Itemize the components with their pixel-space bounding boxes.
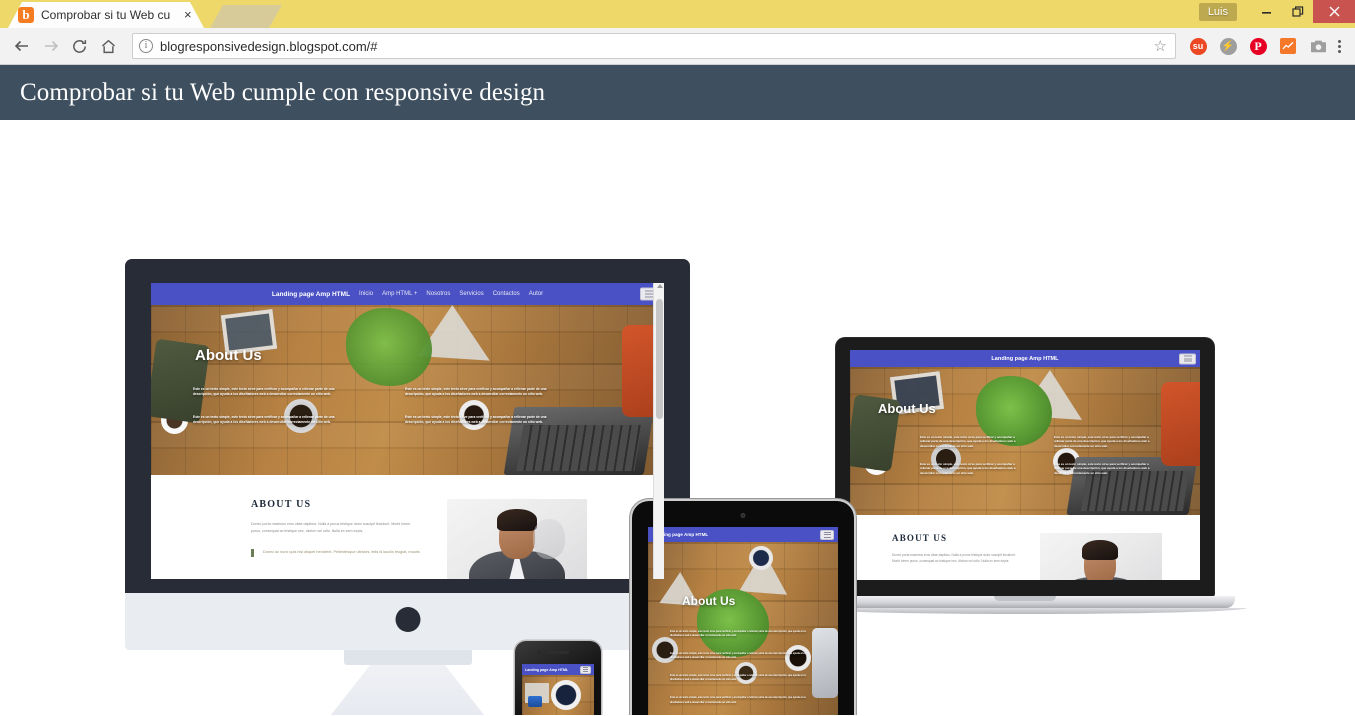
hamburger-icon[interactable]	[820, 529, 834, 540]
bookmark-star-icon[interactable]: ☆	[1154, 37, 1169, 55]
minimize-icon[interactable]	[1251, 0, 1282, 23]
site-header: Comprobar si tu Web cumple con responsiv…	[0, 65, 1355, 120]
mock-hero-title: About Us	[682, 594, 736, 608]
hamburger-icon[interactable]	[580, 665, 591, 674]
mock-hero-paragraph: Este es un texto simple, este texto sirv…	[670, 652, 806, 660]
monitor-logo	[395, 607, 420, 632]
tab-title: Comprobar si tu Web cu	[41, 8, 171, 22]
mock-section-quote: Donec ac nunc quis nisl aliquet hendreri…	[251, 549, 421, 558]
pinterest-icon[interactable]: P	[1246, 34, 1270, 58]
analytics-chart-icon[interactable]	[1276, 34, 1300, 58]
monitor-neck	[343, 650, 472, 665]
tablet-body: Landing page Amp HTML About Us Este es u…	[632, 501, 854, 715]
laptop-lid: Landing page Amp HTML About Us Este es u…	[836, 338, 1214, 596]
screenshot-camera-icon[interactable]	[1306, 34, 1330, 58]
mock-hero-paragraph: Este es un texto simple, este texto sirv…	[405, 415, 547, 425]
mock-hero-paragraph: Este es un texto simple, este texto sirv…	[1054, 462, 1150, 475]
phone-body: Landing page Amp HTML	[515, 641, 601, 715]
web-page-content: Comprobar si tu Web cumple con responsiv…	[0, 65, 1355, 715]
forward-arrow-icon[interactable]	[37, 33, 64, 60]
mock-section-text: Donec porta maximus eros vitae dapibus. …	[892, 553, 1016, 564]
mock-section-title: ABOUT US	[892, 533, 948, 543]
restore-icon[interactable]	[1282, 0, 1313, 23]
reload-icon[interactable]	[66, 33, 93, 60]
phone-speaker	[547, 651, 569, 654]
address-bar[interactable]: i blogresponsivedesign.blogspot.com/# ☆	[132, 33, 1176, 59]
mock-portrait-photo	[447, 499, 587, 579]
mock-hero-paragraph: Este es un texto simple, este texto sirv…	[670, 696, 806, 704]
mock-brand: Landing page Amp HTML	[271, 290, 351, 298]
close-icon[interactable]	[1313, 0, 1355, 23]
mock-hero-paragraph: Este es un texto simple, este texto sirv…	[405, 387, 547, 397]
smartphone-mockup: Landing page Amp HTML	[515, 641, 601, 715]
mock-nav-inicio[interactable]: Inicio	[359, 291, 373, 297]
window-controls: Luis	[1198, 0, 1355, 23]
phone-camera-icon	[537, 650, 541, 654]
mock-hero-title: About Us	[195, 347, 262, 364]
mock-portrait-photo	[1040, 533, 1162, 580]
monitor-bezel: Landing page Amp HTML Inicio Amp HTML + …	[125, 259, 690, 593]
chrome-menu-icon[interactable]	[1334, 39, 1347, 53]
tab-close-button[interactable]: ×	[184, 8, 192, 22]
page-scrollbar[interactable]	[653, 283, 664, 579]
tablet-camera-icon	[740, 513, 746, 518]
laptop-mockup: Landing page Amp HTML About Us Este es u…	[803, 338, 1247, 614]
laptop-screen: Landing page Amp HTML About Us Este es u…	[850, 350, 1200, 580]
monitor-screen: Landing page Amp HTML Inicio Amp HTML + …	[151, 283, 664, 579]
mock-nav-servicios[interactable]: Servicios	[459, 291, 483, 297]
mock-brand: Landing page Amp HTML	[525, 667, 569, 672]
url-text: blogresponsivedesign.blogspot.com/#	[160, 38, 378, 54]
browser-tab-strip: Comprobar si tu Web cu × Luis	[0, 0, 1355, 28]
new-tab-button[interactable]	[210, 5, 282, 28]
mock-section-text: Donec porta maximus eros vitae dapibus. …	[251, 522, 411, 534]
page-title: Comprobar si tu Web cumple con responsiv…	[20, 78, 546, 106]
mock-nav-contactos[interactable]: Contactos	[493, 291, 520, 297]
mock-hero-paragraph: Este es un texto simple, este texto sirv…	[670, 674, 806, 682]
mock-section-title: ABOUT US	[251, 499, 312, 510]
mock-hero-paragraph: Este es un texto simple, este texto sirv…	[670, 630, 806, 638]
mock-brand: Landing page Amp HTML	[991, 355, 1059, 362]
mock-hero-paragraph: Este es un texto simple, este texto sirv…	[920, 435, 1016, 448]
mock-hero-paragraph: Este es un texto simple, este texto sirv…	[193, 415, 335, 425]
home-icon[interactable]	[95, 33, 122, 60]
laptop-foot	[803, 608, 1247, 614]
info-icon[interactable]: i	[139, 39, 153, 53]
mock-hero-title: About Us	[878, 401, 936, 416]
desktop-monitor-mockup: Landing page Amp HTML Inicio Amp HTML + …	[125, 259, 690, 715]
mock-hero-paragraph: Este es un texto simple, este texto sirv…	[193, 387, 335, 397]
browser-toolbar: i blogresponsivedesign.blogspot.com/# ☆ …	[0, 28, 1355, 65]
chrome-browser-window: Comprobar si tu Web cu × Luis	[0, 0, 1355, 716]
mock-nav-autor[interactable]: Autor	[529, 291, 543, 297]
monitor-chin	[125, 593, 690, 650]
monitor-stand	[318, 665, 497, 715]
blogger-icon	[18, 7, 34, 23]
back-arrow-icon[interactable]	[8, 33, 35, 60]
mock-hero-paragraph: Este es un texto simple, este texto sirv…	[1054, 435, 1150, 448]
mock-nav-nosotros[interactable]: Nosotros	[426, 291, 450, 297]
stumbleupon-icon[interactable]: su	[1186, 34, 1210, 58]
mock-hero-paragraph: Este es un texto simple, este texto sirv…	[920, 462, 1016, 475]
phone-screen: Landing page Amp HTML	[522, 664, 594, 715]
user-profile-chip[interactable]: Luis	[1198, 2, 1237, 21]
responsive-mockup-stage: Landing page Amp HTML Inicio Amp HTML + …	[0, 120, 1355, 715]
mock-nav-amp-html[interactable]: Amp HTML +	[382, 291, 417, 297]
hamburger-icon[interactable]	[1179, 353, 1196, 364]
flash-disabled-icon[interactable]: ⚡	[1216, 34, 1240, 58]
browser-tab[interactable]: Comprobar si tu Web cu ×	[8, 2, 204, 28]
tablet-mockup: Landing page Amp HTML About Us Este es u…	[632, 501, 854, 715]
scrollbar-thumb[interactable]	[656, 299, 663, 419]
laptop-base	[815, 596, 1235, 608]
tablet-screen: Landing page Amp HTML About Us Este es u…	[648, 527, 838, 715]
